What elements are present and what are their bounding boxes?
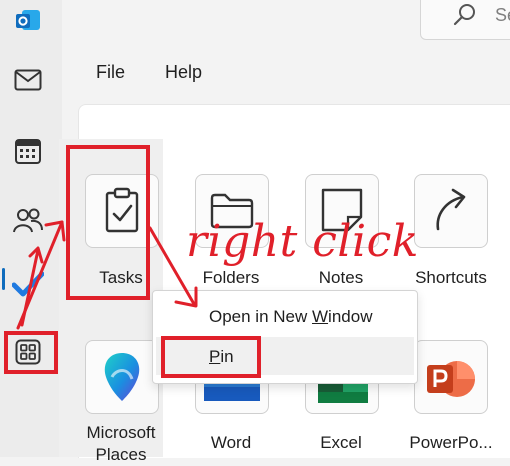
- microsoft-places-tile[interactable]: [85, 340, 159, 414]
- places-logo-icon: [100, 351, 144, 408]
- annotation-right-click-text: right click: [186, 216, 419, 267]
- outlook-logo-icon: [10, 2, 46, 38]
- annotation-box-pin: [161, 336, 261, 378]
- people-icon[interactable]: [10, 202, 46, 238]
- help-menu[interactable]: Help: [165, 62, 202, 83]
- word-logo-icon: [204, 381, 260, 406]
- search-icon: [453, 3, 477, 32]
- open-in-new-window-item[interactable]: Open in New Window: [153, 303, 417, 333]
- excel-label: Excel: [320, 433, 362, 452]
- annotation-box-tasks: [66, 145, 150, 300]
- search-placeholder: Se: [495, 5, 510, 25]
- active-indicator: [2, 268, 5, 290]
- notes-label: Notes: [318, 268, 364, 287]
- annotation-box-more-apps: [4, 331, 58, 374]
- shortcuts-tile[interactable]: [414, 174, 488, 248]
- calendar-icon[interactable]: [10, 133, 46, 169]
- search-box[interactable]: Se: [420, 0, 510, 40]
- excel-logo-icon: [318, 381, 368, 408]
- word-label: Word: [210, 433, 252, 452]
- todo-check-icon[interactable]: [10, 266, 46, 302]
- shortcuts-label: Shortcuts: [415, 268, 487, 287]
- powerpoint-tile[interactable]: [414, 340, 488, 414]
- app-rail: [0, 0, 62, 457]
- powerpoint-label: PowerPo...: [409, 433, 493, 452]
- microsoft-places-label: Microsoft Places: [86, 423, 156, 464]
- open-in-new-window-label: Open in New Window: [209, 307, 373, 326]
- mail-icon[interactable]: [10, 62, 46, 98]
- shortcut-arrow-icon: [429, 187, 473, 238]
- file-menu[interactable]: File: [96, 62, 125, 83]
- folders-label: Folders: [202, 268, 260, 287]
- powerpoint-logo-icon: [427, 357, 475, 406]
